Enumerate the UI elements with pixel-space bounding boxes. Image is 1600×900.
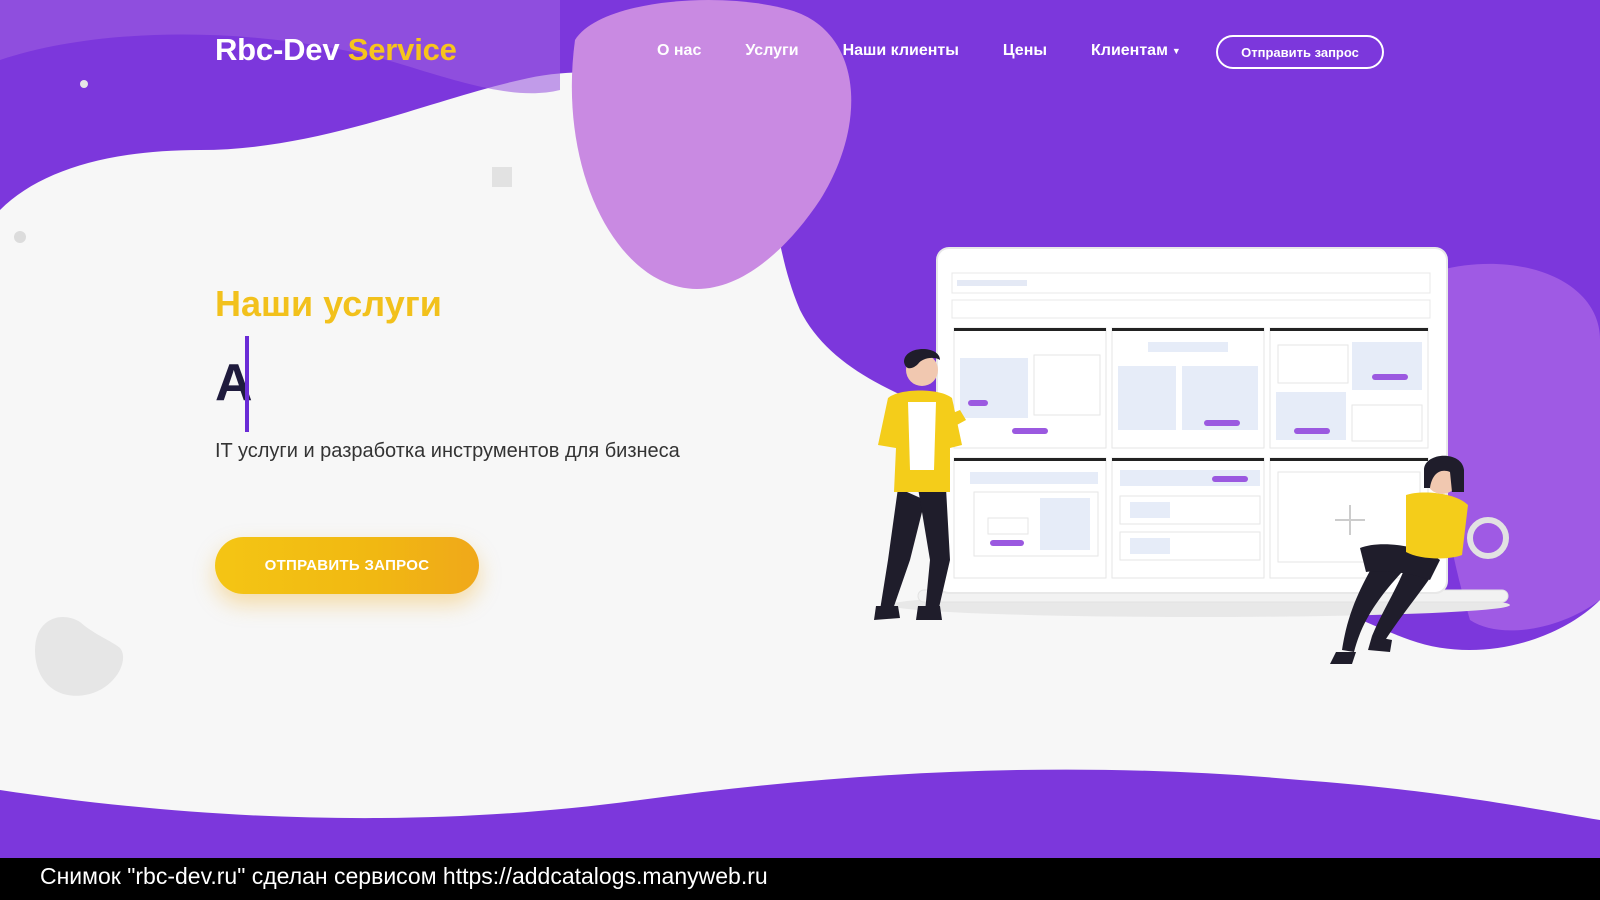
screen-panel (1269, 327, 1429, 449)
text-cursor (245, 336, 249, 432)
nav-item-services[interactable]: Услуги (745, 42, 798, 60)
logo[interactable]: Rbc-Dev Service (215, 32, 457, 68)
caret-down-icon: ▼ (1171, 45, 1181, 56)
header-send-request-button[interactable]: Отправить запрос (1216, 35, 1384, 69)
nav-item-about[interactable]: О нас (657, 42, 701, 60)
screenshot-caption: Снимок "rbc-dev.ru" сделан сервисом http… (40, 863, 768, 889)
screen-panel (1111, 457, 1265, 579)
main-nav: О нас Услуги Наши клиенты Цены Клиентам ▼ (657, 42, 1225, 60)
hero-title: Наши услуги (215, 283, 442, 324)
screen-panel (1111, 327, 1265, 449)
screen-bar-label (957, 280, 1027, 286)
hero-send-request-button[interactable]: ОТПРАВИТЬ ЗАПРОС (215, 537, 479, 594)
nav-item-for-clients-dropdown[interactable]: Клиентам ▼ (1091, 42, 1181, 60)
nav-item-clients[interactable]: Наши клиенты (843, 42, 959, 60)
logo-main-text: Rbc-Dev (215, 32, 340, 67)
logo-accent-text: Service (347, 32, 457, 67)
screen-bar (951, 299, 1431, 319)
nav-item-for-clients-label: Клиентам (1091, 42, 1168, 59)
nav-item-prices[interactable]: Цены (1003, 42, 1047, 60)
page: Rbc-Dev Service О нас Услуги Наши клиент… (0, 0, 1600, 900)
screen-panel (953, 457, 1107, 579)
hero-subtitle: IT услуги и разработка инструментов для … (215, 440, 680, 462)
screen-panel (953, 327, 1107, 449)
